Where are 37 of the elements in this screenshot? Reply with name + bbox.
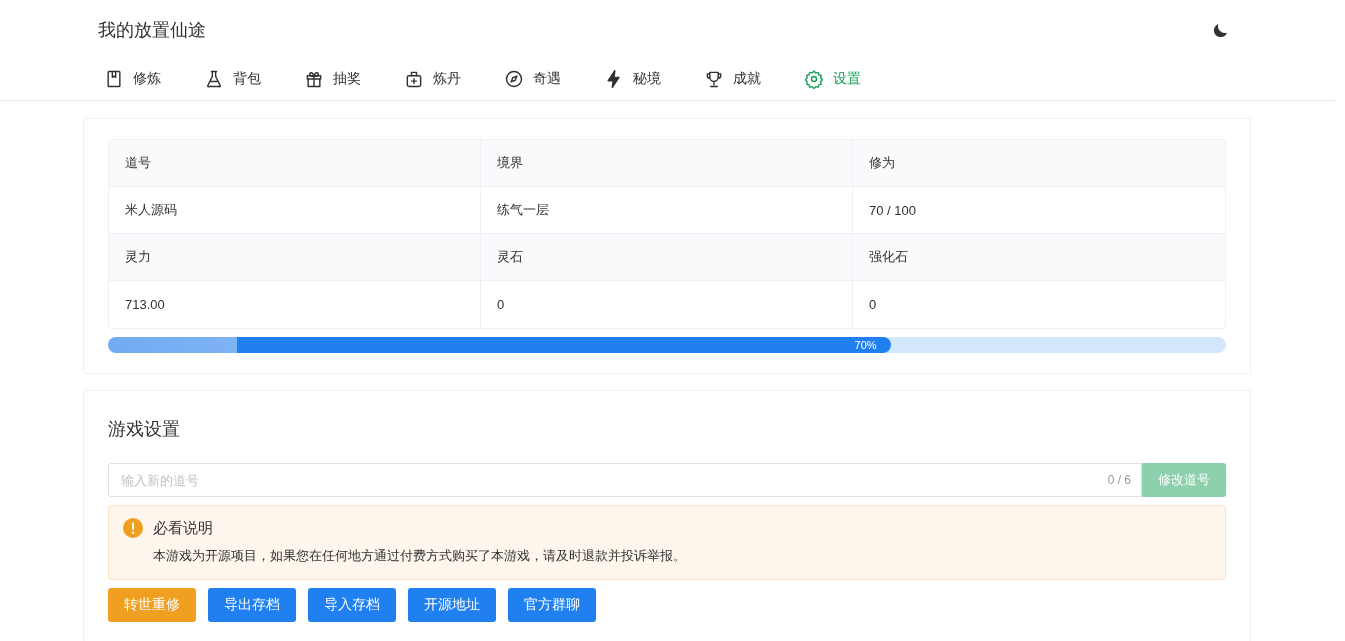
nav-tab[interactable]: 炼丹 [404, 60, 504, 98]
nav-tab[interactable]: 奇遇 [504, 60, 604, 98]
trophy-icon [704, 69, 724, 89]
stat-value: 713.00 [109, 281, 481, 328]
stat-label: 道号 [109, 140, 481, 187]
notice-text: 本游戏为开源项目，如果您在任何地方通过付费方式购买了本游戏，请及时退款并投诉举报。 [153, 547, 687, 565]
stat-label: 灵石 [481, 234, 853, 281]
flask-icon [204, 69, 224, 89]
progress-label: 70% [854, 339, 877, 351]
stat-label: 灵力 [109, 234, 481, 281]
nav-tab[interactable]: 抽奖 [304, 60, 404, 98]
action-button[interactable]: 开源地址 [408, 588, 496, 622]
medical-bag-icon [404, 69, 424, 89]
action-button[interactable]: 导入存档 [308, 588, 396, 622]
compass-icon [504, 69, 524, 89]
stat-value: 0 [481, 281, 853, 328]
nav-tab[interactable]: 设置 [804, 60, 904, 98]
book-icon [104, 69, 124, 89]
gift-icon [304, 69, 324, 89]
action-button[interactable]: 导出存档 [208, 588, 296, 622]
nav-tab[interactable]: 秘境 [604, 60, 704, 98]
character-count: 0 / 6 [1107, 473, 1131, 487]
nav-tab[interactable]: 背包 [204, 60, 304, 98]
app-title: 我的放置仙途 [98, 19, 206, 42]
nav-tab[interactable]: 成就 [704, 60, 804, 98]
stat-label: 修为 [853, 140, 1225, 187]
stat-value: 0 [868, 296, 878, 314]
nav-tab[interactable]: 修炼 [104, 60, 204, 98]
notice-title: 必看说明 [153, 518, 213, 538]
stat-label: 强化石 [853, 234, 1225, 281]
stat-label: 境界 [481, 140, 853, 187]
action-button[interactable]: 转世重修 [108, 588, 196, 622]
section-title: 游戏设置 [108, 418, 181, 441]
action-button[interactable]: 官方群聊 [508, 588, 596, 622]
settings-icon [804, 69, 824, 89]
moon-icon[interactable] [1212, 21, 1230, 39]
warning-icon [123, 518, 143, 538]
